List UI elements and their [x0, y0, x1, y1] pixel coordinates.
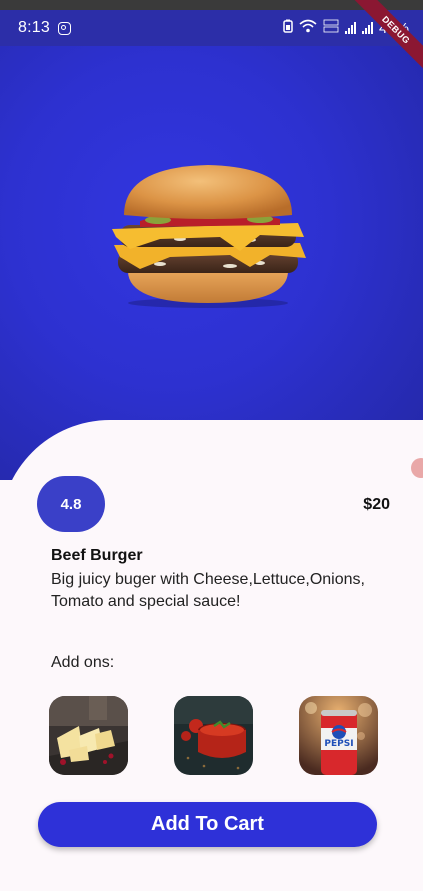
wifi-icon — [299, 19, 317, 37]
price-label: $20 — [363, 496, 390, 513]
burger-image — [110, 163, 306, 308]
product-title: Beef Burger — [51, 547, 143, 564]
status-bar: 8:13 44% — [0, 10, 423, 46]
addons-heading: Add ons: — [51, 654, 115, 671]
sauce-icon — [174, 696, 253, 775]
pepsi-icon: PEPSI — [299, 696, 378, 775]
addon-pepsi[interactable]: PEPSI — [299, 696, 378, 775]
volte-icon — [323, 19, 339, 37]
addon-sauce[interactable] — [174, 696, 253, 775]
addon-cheese[interactable] — [49, 696, 128, 775]
add-to-cart-button[interactable]: Add To Cart — [38, 802, 377, 847]
pepsi-logo-text: PEPSI — [324, 739, 353, 749]
signal-icon-1 — [344, 22, 356, 34]
instagram-icon — [57, 21, 71, 35]
product-description: Big juicy buger with Cheese,Lettuce,Onio… — [51, 571, 365, 610]
signal-icon-2 — [361, 22, 373, 34]
cheese-icon — [49, 696, 128, 775]
status-time: 8:13 — [18, 19, 50, 36]
battery-saver-icon — [283, 19, 293, 37]
rating-badge: 4.8 — [37, 476, 105, 532]
